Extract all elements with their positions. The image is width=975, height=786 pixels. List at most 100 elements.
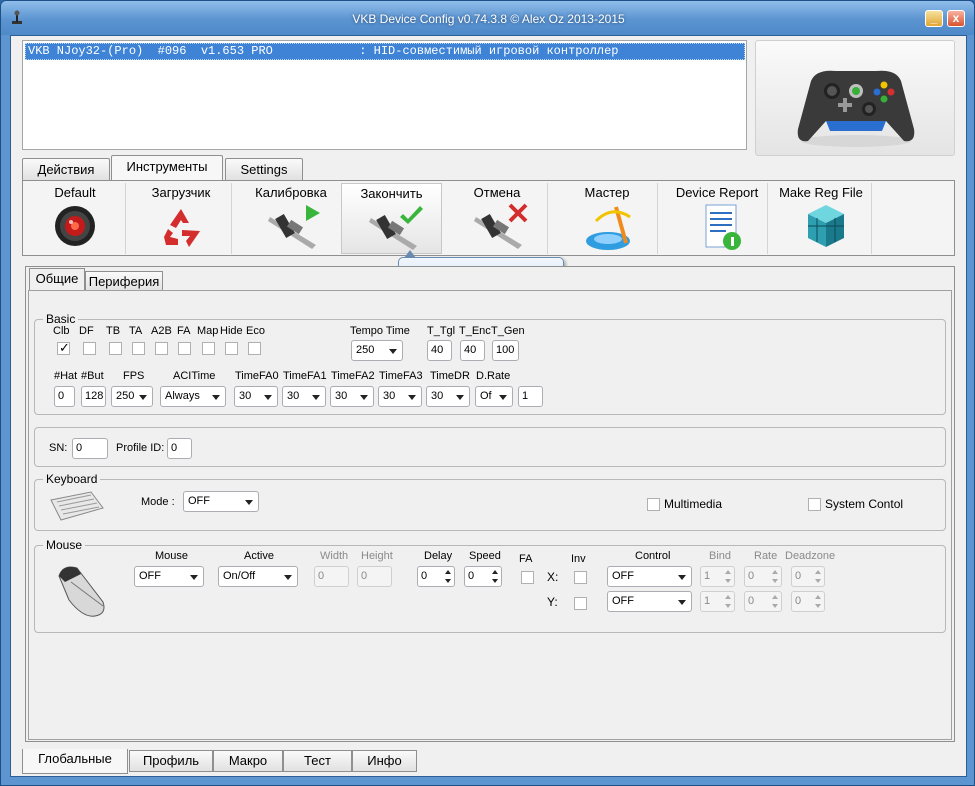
tab-profile[interactable]: Профиль	[129, 750, 213, 772]
timefa0-select[interactable]: 30	[234, 386, 278, 407]
tab-test[interactable]: Тест	[283, 750, 352, 772]
tab-global[interactable]: Глобальные	[22, 749, 128, 774]
gamepad-icon	[797, 70, 915, 147]
loader-label: Загрузчик	[151, 185, 211, 200]
timefa3-select[interactable]: 30	[378, 386, 422, 407]
fps-label: FPS	[123, 370, 145, 382]
close-button[interactable]: x	[947, 10, 965, 27]
profile-id-input[interactable]: 0	[167, 438, 192, 459]
but-label: #But	[81, 370, 104, 382]
timefa3-label: TimeFA3	[379, 370, 423, 382]
deadzone-header: Deadzone	[785, 550, 836, 562]
bind-header: Bind	[709, 550, 732, 562]
tab-info[interactable]: Инфо	[352, 750, 417, 772]
tab-general[interactable]: Общие	[29, 268, 85, 291]
tab-peripherals[interactable]: Периферия	[85, 271, 163, 291]
ta-checkbox[interactable]	[132, 342, 145, 355]
calibrate-label: Калибровка	[255, 185, 327, 200]
drate-select[interactable]: Of	[475, 386, 513, 407]
timedr-label: TimeDR	[430, 370, 470, 382]
tab-macro[interactable]: Макро	[213, 750, 283, 772]
clb-label: Clb	[53, 325, 70, 337]
minimize-button[interactable]: _	[925, 10, 943, 27]
settings-panel: Общие Периферия Basic Clb DF TB TA A2B F…	[25, 266, 955, 742]
timedr-select[interactable]: 30	[426, 386, 470, 407]
timefa1-label: TimeFA1	[283, 370, 327, 382]
finish-button[interactable]: Закончить	[341, 183, 442, 254]
y-rate-spinner[interactable]: 0	[744, 591, 782, 612]
client-area: VKB NJoy32-(Pro) #096 v1.653 PRO : HID-с…	[10, 35, 967, 777]
cancel-label: Отмена	[473, 185, 521, 200]
x-control-select[interactable]: OFF	[607, 566, 692, 587]
drate-input[interactable]: 1	[518, 386, 543, 407]
x-invert-checkbox[interactable]	[574, 571, 587, 584]
y-bind-spinner[interactable]: 1	[700, 591, 735, 612]
tb-checkbox[interactable]	[109, 342, 122, 355]
sn-input[interactable]: 0	[72, 438, 108, 459]
x-deadzone-spinner[interactable]: 0	[791, 566, 825, 587]
mouse-width-input[interactable]: 0	[314, 566, 349, 587]
mouse-delay-spinner[interactable]: 0	[417, 566, 455, 587]
ta-label: TA	[129, 325, 143, 337]
but-input[interactable]: 128	[81, 386, 106, 407]
mouse-speed-spinner[interactable]: 0	[464, 566, 502, 587]
fps-select[interactable]: 250	[111, 386, 153, 407]
wizard-button[interactable]: Мастер	[557, 183, 658, 254]
keyboard-mode-label: Mode :	[141, 496, 175, 508]
eco-checkbox[interactable]	[248, 342, 261, 355]
multimedia-checkbox[interactable]	[647, 498, 660, 511]
delay-header: Delay	[424, 550, 453, 562]
tools-toolbar: Default Загрузчик Калибровка Закончить О…	[22, 180, 955, 256]
mouse-group-title: Mouse	[43, 538, 86, 552]
a2b-checkbox[interactable]	[155, 342, 168, 355]
loader-button[interactable]: Загрузчик	[131, 183, 232, 254]
fa-label: FA	[177, 325, 191, 337]
x-bind-spinner[interactable]: 1	[700, 566, 735, 587]
t-gen-input[interactable]: 100	[492, 340, 519, 361]
drate-label: D.Rate	[476, 370, 511, 382]
t-enc-input[interactable]: 40	[460, 340, 485, 361]
device-list-item[interactable]: VKB NJoy32-(Pro) #096 v1.653 PRO : HID-с…	[25, 43, 745, 60]
system-control-checkbox[interactable]	[808, 498, 821, 511]
eco-label: Eco	[246, 325, 265, 337]
report-icon	[705, 204, 741, 250]
y-invert-checkbox[interactable]	[574, 597, 587, 610]
fa-checkbox[interactable]	[178, 342, 191, 355]
device-list[interactable]: VKB NJoy32-(Pro) #096 v1.653 PRO : HID-с…	[22, 40, 747, 150]
t-tgl-input[interactable]: 40	[427, 340, 452, 361]
calibrate-button[interactable]: Калибровка	[241, 183, 342, 254]
mouse-active-select[interactable]: On/Off	[218, 566, 298, 587]
timefa2-select[interactable]: 30	[330, 386, 374, 407]
sn-label: SN:	[49, 442, 68, 454]
app-window: VKB Device Config v0.74.3.8 © Alex Oz 20…	[0, 0, 975, 786]
map-checkbox[interactable]	[202, 342, 215, 355]
control-header: Control	[635, 550, 671, 562]
df-checkbox[interactable]	[83, 342, 96, 355]
cubes-icon	[808, 205, 844, 247]
hide-checkbox[interactable]	[225, 342, 238, 355]
default-button[interactable]: Default	[25, 183, 126, 254]
y-deadzone-spinner[interactable]: 0	[791, 591, 825, 612]
cancel-button[interactable]: Отмена	[447, 183, 548, 254]
wizard-label: Мастер	[584, 185, 630, 200]
hat-input[interactable]: 0	[54, 386, 75, 407]
mouse-height-input[interactable]: 0	[357, 566, 392, 587]
x-rate-spinner[interactable]: 0	[744, 566, 782, 587]
title-bar[interactable]: VKB Device Config v0.74.3.8 © Alex Oz 20…	[1, 1, 974, 35]
timefa1-select[interactable]: 30	[282, 386, 326, 407]
mouse-mode-select[interactable]: OFF	[134, 566, 204, 587]
tab-settings[interactable]: Settings	[225, 158, 303, 180]
tab-tools[interactable]: Инструменты	[111, 155, 223, 181]
keyboard-mode-select[interactable]: OFF	[183, 491, 259, 512]
tab-actions[interactable]: Действия	[22, 158, 110, 180]
mouse-fa-checkbox[interactable]	[521, 571, 534, 584]
y-control-select[interactable]: OFF	[607, 591, 692, 612]
acitime-select[interactable]: Always	[160, 386, 226, 407]
timefa0-label: TimeFA0	[235, 370, 279, 382]
clb-checkbox[interactable]	[57, 340, 70, 356]
tempo-time-select[interactable]: 250	[351, 340, 403, 361]
gamepad-image	[755, 40, 955, 156]
device-report-button[interactable]: Device Report	[667, 183, 768, 254]
make-reg-file-button[interactable]: Make Reg File	[771, 183, 872, 254]
close-icon: x	[952, 11, 960, 25]
